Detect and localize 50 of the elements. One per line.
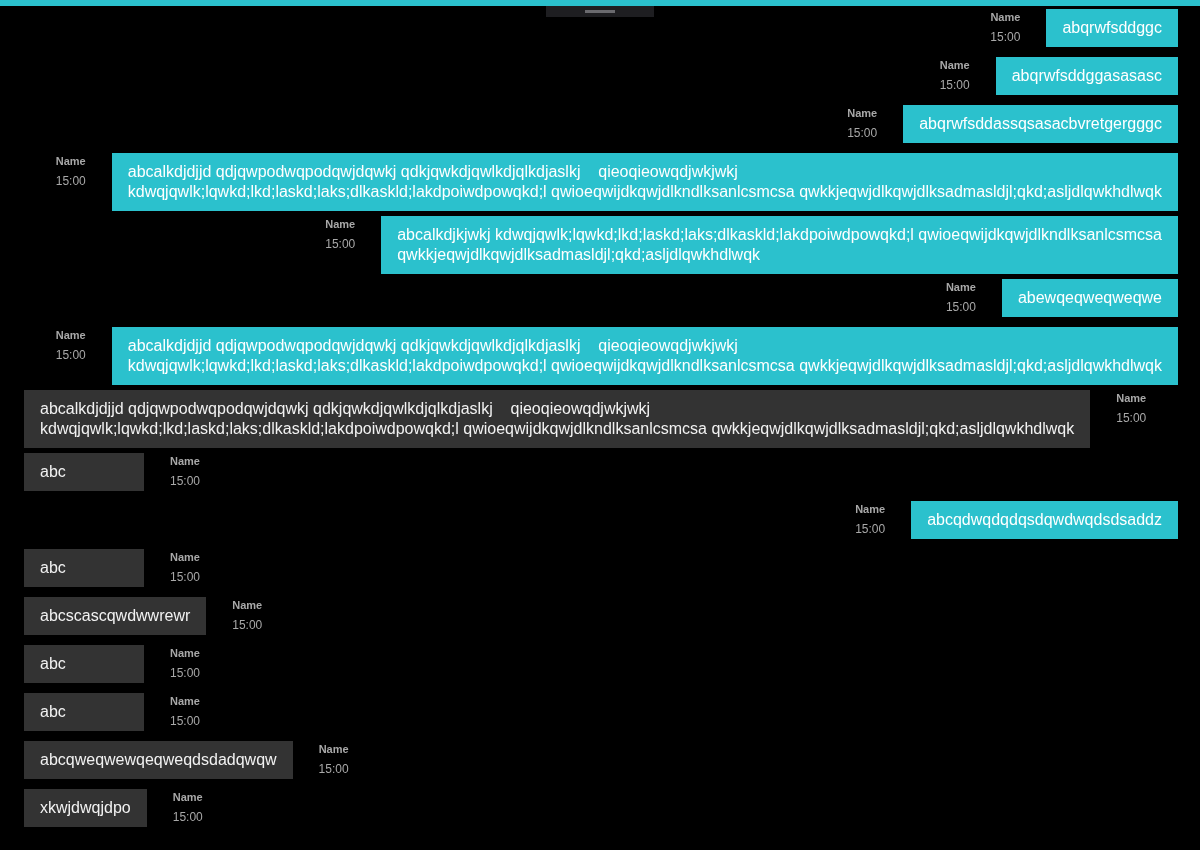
message-time: 15:00 (318, 761, 349, 777)
message-bubble: abc (24, 549, 144, 587)
sender-name: Name (170, 694, 200, 709)
sender-name: Name (232, 598, 263, 613)
message-time: 15:00 (55, 173, 86, 189)
message-time: 15:00 (170, 713, 200, 729)
message-bubble: abcalkdjdjjd qdjqwpodwqpodqwjdqwkj qdkjqwkdjqwlkdjqlkdjaslkj qieoqieowqdjwkjwkj kdwqjqwlk;lqwkd;lkd;laskd;laks;dlkaskld;lakdpoiwdpowqkd;l qwioeqwijdkqwjdlkndlksanlcsmcsa qwkkjeqwjdlkqwjdlksadmasldjl;qkd;asljdlqwkhdlwqk (24, 390, 1091, 448)
sender-name: Name (172, 790, 203, 805)
message-time: 15:00 (325, 236, 356, 252)
drag-handle[interactable] (546, 6, 654, 17)
sender-name: Name (325, 217, 356, 232)
sender-name: Name (990, 10, 1021, 25)
message-bubble: abcalkdjdjjd qdjqwpodwqpodqwjdqwkj qdkjqwkdjqwlkdjqlkdjaslkj qieoqieowqdjwkjwkj kdwqjqwlk;lqwkd;lkd;laskd;laks;dlkaskld;lakdpoiwdpowqkd;l qwioeqwijdkqwjdlkndlksanlcsmcsa qwkkjeqwjdlkqwjdlksadmasldjl;qkd;asljdlqwkhdlwqk (111, 153, 1178, 211)
message-bubble: abcqweqwewqeqweqdsdadqwqw (24, 741, 293, 779)
message-bubble: abcqdwqdqdqsdqwdwqdsdsaddz (911, 501, 1178, 539)
message-bubble: abc (24, 693, 144, 731)
message-time: 15:00 (170, 665, 200, 681)
message-time: 15:00 (990, 29, 1021, 45)
message-time: 15:00 (170, 569, 200, 585)
message-bubble: abqrwfsddggasasasc (995, 57, 1178, 95)
message-bubble: abewqeqweqweqwe (1001, 279, 1178, 317)
message-time: 15:00 (847, 125, 878, 141)
sender-name: Name (939, 58, 970, 73)
message-bubble: xkwjdwqjdpo (24, 789, 147, 827)
sender-name: Name (855, 502, 886, 517)
message-time: 15:00 (55, 347, 86, 363)
message-time: 15:00 (855, 521, 886, 537)
message-bubble: abc (24, 645, 144, 683)
message-bubble: abcscascqwdwwrewr (24, 597, 207, 635)
message-time: 15:00 (232, 617, 263, 633)
message-bubble: abqrwfsddassqsasacbvretgergggc (903, 105, 1178, 143)
message-time: 15:00 (170, 473, 200, 489)
sender-name: Name (847, 106, 878, 121)
message-time: 15:00 (945, 299, 976, 315)
sender-name: Name (170, 454, 200, 469)
message-bubble: abcalkdjkjwkj kdwqjqwlk;lqwkd;lkd;laskd;laks;dlkaskld;lakdpoiwdpowqkd;l qwioeqwijdkqwjdlkndlksanlcsmcsa qwkkjeqwjdlkqwjdlksadmasldjl;qkd;asljdlqwkhdlwqk (381, 216, 1178, 274)
grip-icon (585, 10, 615, 13)
sender-name: Name (318, 742, 349, 757)
sender-name: Name (945, 280, 976, 295)
message-time: 15:00 (939, 77, 970, 93)
message-time: 15:00 (172, 809, 203, 825)
message-bubble: abcalkdjdjjd qdjqwpodwqpodqwjdqwkj qdkjqwkdjqwlkdjqlkdjaslkj qieoqieowqdjwkjwkj kdwqjqwlk;lqwkd;lkd;laskd;laks;dlkaskld;lakdpoiwdpowqkd;l qwioeqwijdkqwjdlkndlksanlcsmcsa qwkkjeqwjdlkqwjdlksadmasldjl;qkd;asljdlqwkhdlwqk (111, 327, 1178, 385)
message-bubble: abc (24, 453, 144, 491)
sender-name: Name (55, 328, 86, 343)
sender-name: Name (55, 154, 86, 169)
sender-name: Name (1116, 391, 1147, 406)
message-time: 15:00 (1116, 410, 1147, 426)
sender-name: Name (170, 646, 200, 661)
message-bubble: abqrwfsddggc (1046, 9, 1178, 47)
sender-name: Name (170, 550, 200, 565)
